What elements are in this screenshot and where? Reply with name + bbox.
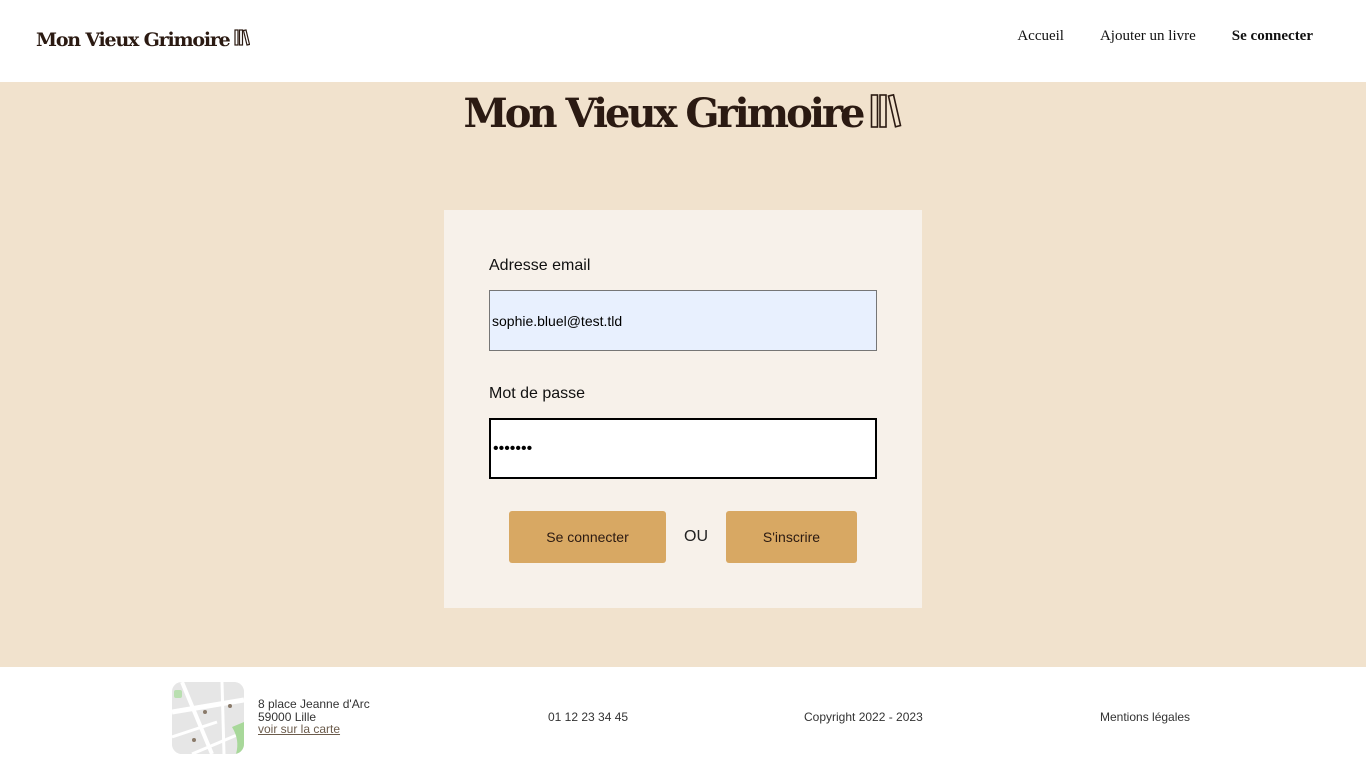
login-form: Adresse email Mot de passe Se connecter … — [444, 210, 922, 608]
nav-add-book[interactable]: Ajouter un livre — [1100, 28, 1196, 45]
address-block: 8 place Jeanne d'Arc 59000 Lille voir su… — [258, 698, 370, 736]
nav-login[interactable]: Se connecter — [1232, 28, 1313, 45]
main-section: Mon Vieux Grimoire Adresse email Mot de … — [0, 82, 1366, 667]
header-logo[interactable]: Mon Vieux Grimoire — [36, 29, 250, 51]
page-logo-text: Mon Vieux Grimoire — [463, 90, 866, 137]
login-button[interactable]: Se connecter — [509, 511, 666, 563]
password-field[interactable] — [489, 418, 877, 479]
page-logo: Mon Vieux Grimoire — [0, 90, 1366, 137]
email-label: Adresse email — [489, 257, 591, 274]
address-line-1: 8 place Jeanne d'Arc — [258, 697, 370, 711]
password-label: Mot de passe — [489, 385, 586, 402]
or-separator: OU — [684, 528, 708, 545]
map-thumbnail[interactable] — [172, 682, 244, 754]
legal-notice-link[interactable]: Mentions légales — [1100, 710, 1190, 724]
footer: 8 place Jeanne d'Arc 59000 Lille voir su… — [0, 667, 1366, 768]
header: Mon Vieux Grimoire Accueil Ajouter un li… — [0, 0, 1366, 82]
signup-button[interactable]: S'inscrire — [726, 511, 857, 563]
books-icon — [870, 93, 902, 134]
header-logo-text: Mon Vieux Grimoire — [36, 29, 231, 51]
map-link[interactable]: voir sur la carte — [258, 723, 370, 736]
email-field[interactable] — [489, 290, 877, 351]
nav-home[interactable]: Accueil — [1017, 28, 1064, 45]
books-icon — [233, 29, 250, 51]
phone-number: 01 12 23 34 45 — [548, 710, 629, 724]
copyright-text: Copyright 2022 - 2023 — [804, 710, 923, 724]
main-nav: Accueil Ajouter un livre Se connecter — [1017, 28, 1313, 45]
